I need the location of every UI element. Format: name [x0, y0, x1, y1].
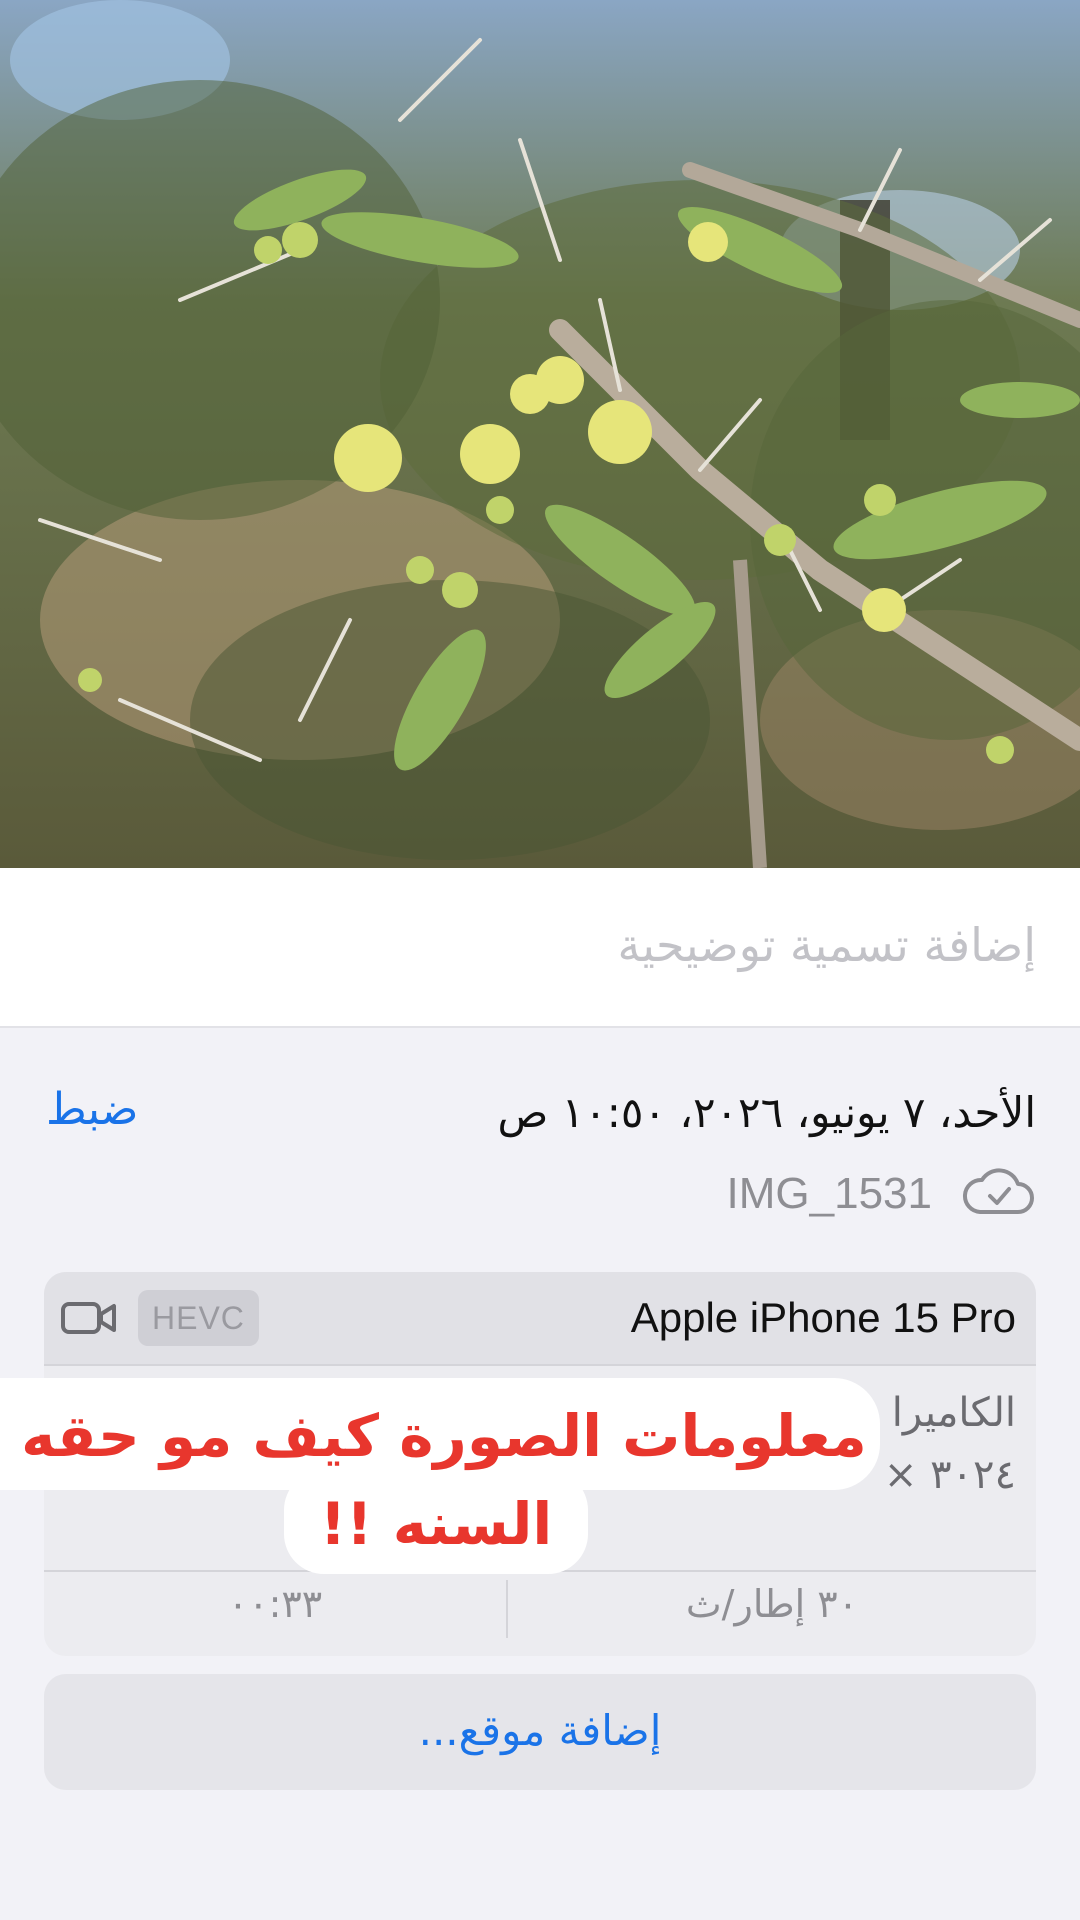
caption-placeholder: إضافة تسمية توضيحية	[617, 918, 1036, 972]
caption-field[interactable]: إضافة تسمية توضيحية	[0, 868, 1080, 1028]
metadata-header: Apple iPhone 15 Pro HEVC	[44, 1272, 1036, 1366]
add-location-button[interactable]: إضافة موقع...	[44, 1674, 1036, 1790]
video-duration: ٠٠:٣٣	[227, 1582, 323, 1626]
frame-rate: ٣٠ إطار/ث	[685, 1582, 859, 1626]
codec-badge: HEVC	[138, 1290, 259, 1346]
adjust-date-button[interactable]: ضبط	[46, 1084, 138, 1135]
photo-image	[0, 0, 1080, 868]
device-name: Apple iPhone 15 Pro	[630, 1294, 1016, 1341]
photo-info-screen: إضافة تسمية توضيحية الأحد، ٧ يونيو، ٢٠٢٦…	[0, 0, 1080, 1920]
filename: IMG_1531	[726, 1169, 932, 1218]
add-location-label: إضافة موقع...	[418, 1706, 662, 1755]
icloud-check-icon	[960, 1166, 1036, 1222]
overlay-comment-line-2: السنه !!	[319, 1490, 553, 1558]
filename-row: IMG_1531	[727, 1166, 1036, 1222]
camera-label: الكاميرا	[891, 1390, 1016, 1436]
resolution: ٣٠٢٤ ×	[883, 1452, 1016, 1498]
overlay-comment-line-1: معلومات الصورة كيف مو حقه	[21, 1402, 867, 1470]
photo-preview[interactable]	[0, 0, 1080, 868]
capture-date: الأحد، ٧ يونيو، ٢٠٢٦، ١٠:٥٠ ص	[497, 1088, 1037, 1137]
